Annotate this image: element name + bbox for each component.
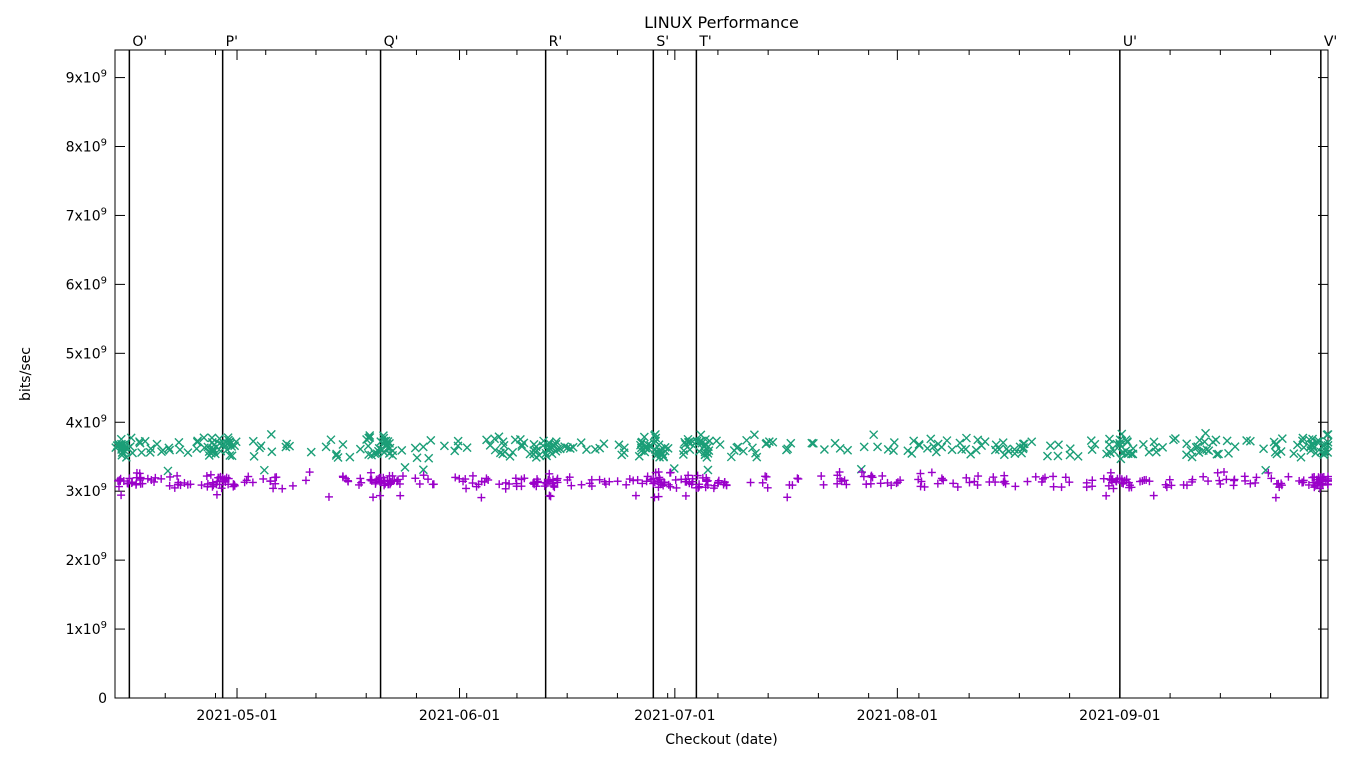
chart-svg: LINUX Performance 1x109 2x109 3x109 4x109 5x1… [0,0,1360,768]
y-tick-label: 6x109 [66,275,107,293]
event-label: R' [549,34,563,50]
event-label: P' [226,34,238,50]
y-tick-label: 3x109 [66,482,107,500]
y-tick-label: 9x109 [66,69,107,87]
y-tick-label: 4x109 [66,413,107,431]
x-tick-label: 2021-08-01 [857,708,938,724]
x-axis-label: Checkout (date) [665,732,777,748]
event-label: O' [132,34,147,50]
x-tick-label: 2021-05-01 [196,708,277,724]
y-tick-label: 2x109 [66,551,107,569]
event-label: T' [698,34,711,50]
y-axis-label: bits/sec [18,347,34,401]
x-tick-label: 2021-09-01 [1079,708,1160,724]
event-label: U' [1123,34,1137,50]
chart-container: { "chart_data": { "type": "scatter", "ti… [0,0,1360,768]
y-tick-label: 7x109 [66,206,107,224]
y-tick-label: 1x109 [66,620,107,638]
plot-frame [115,50,1328,698]
y-tick-label: 0 [98,691,107,707]
y-tick-label: 8x109 [66,138,107,156]
x-tick-label: 2021-07-01 [634,708,715,724]
y-tick-label: 5x109 [66,344,107,362]
event-label: V' [1324,34,1337,50]
event-label: S' [656,34,669,50]
x-tick-label: 2021-06-01 [419,708,500,724]
event-label: Q' [384,34,399,50]
chart-title: LINUX Performance [644,13,799,32]
